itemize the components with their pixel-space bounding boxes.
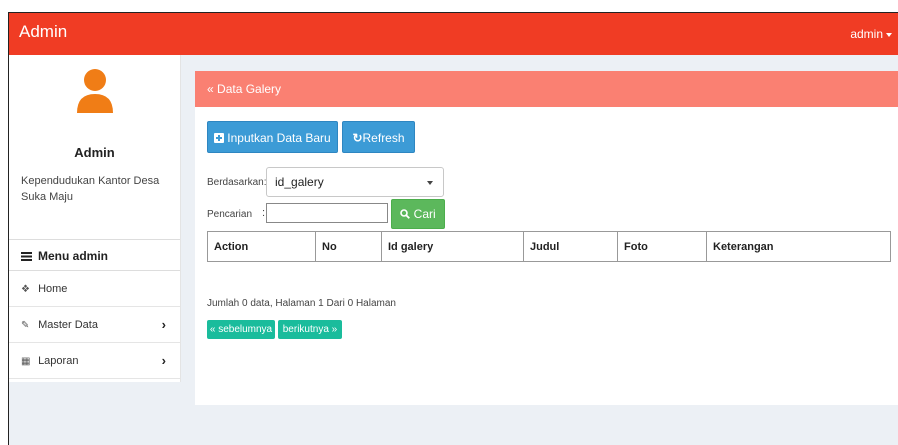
add-data-button-label: Inputkan Data Baru	[227, 131, 331, 145]
sidebar-item-laporan[interactable]: ▦ Laporan ›	[9, 343, 180, 379]
chevron-right-icon: ›	[161, 317, 166, 332]
search-input[interactable]	[266, 203, 388, 223]
data-table: Action No Id galery Judul Foto Keteranga…	[207, 231, 891, 262]
filter-label: Berdasarkan:	[207, 177, 267, 188]
home-icon: ❖	[21, 284, 30, 295]
refresh-icon: ↻	[352, 131, 363, 145]
filter-select-value: id_galery	[275, 175, 324, 189]
app-title[interactable]: Admin	[19, 22, 67, 42]
box-header: « Data Galery	[195, 71, 898, 107]
search-button[interactable]: Cari	[391, 199, 445, 229]
column-header-action: Action	[207, 231, 316, 262]
calendar-icon: ▦	[21, 356, 31, 367]
sidebar-item-master-data[interactable]: ✎ Master Data ›	[9, 307, 180, 343]
column-header-keterangan: Keterangan	[706, 231, 891, 262]
refresh-button[interactable]: ↻Refresh	[342, 121, 415, 153]
search-icon	[400, 209, 411, 219]
edit-icon: ✎	[21, 320, 30, 331]
search-label: Pencarian	[207, 209, 253, 220]
sidebar-item-label: Laporan	[38, 355, 79, 367]
search-button-label: Cari	[413, 207, 436, 221]
filter-select[interactable]: id_galery	[266, 167, 444, 197]
sidebar-menu-header-label: Menu admin	[38, 249, 109, 263]
top-navbar: Admin admin	[9, 13, 898, 55]
user-avatar-icon	[77, 69, 113, 113]
sidebar-user-description: Kependudukan Kantor Desa Suka Maju	[21, 175, 160, 203]
page-title: Data Galery	[217, 82, 282, 96]
chevron-right-icon: ›	[161, 353, 166, 368]
previous-page-button[interactable]: « sebelumnya	[207, 320, 275, 339]
user-menu-label: admin	[850, 27, 883, 41]
column-header-judul: Judul	[523, 231, 618, 262]
pagination-summary: Jumlah 0 data, Halaman 1 Dari 0 Halaman	[207, 298, 396, 309]
caret-down-icon	[427, 181, 433, 185]
sidebar-menu-header: Menu admin	[9, 239, 180, 271]
plus-square-icon	[214, 133, 225, 143]
table-header-row: Action No Id galery Judul Foto Keteranga…	[207, 231, 891, 262]
sidebar-user-name: Admin	[74, 145, 115, 160]
sidebar-item-label: Master Data	[38, 319, 98, 331]
sidebar: Admin Kependudukan Kantor Desa Suka Maju…	[9, 55, 181, 382]
column-header-id-galery: Id galery	[381, 231, 524, 262]
app-frame: Admin admin Admin Kependudukan Kantor De…	[8, 12, 898, 445]
sidebar-item-label: Home	[38, 283, 68, 295]
caret-down-icon	[886, 32, 892, 37]
search-label-colon: :	[262, 207, 266, 219]
next-page-button[interactable]: berikutnya »	[278, 320, 342, 339]
user-menu[interactable]: admin	[850, 27, 892, 41]
main-content-box: « Data Galery Inputkan Data Baru ↻Refres…	[195, 71, 898, 405]
menu-bars-icon	[21, 252, 32, 261]
column-header-no: No	[315, 231, 382, 262]
double-chevron-left-icon: «	[207, 82, 214, 96]
refresh-button-label: Refresh	[362, 131, 405, 145]
column-header-foto: Foto	[617, 231, 707, 262]
add-data-button[interactable]: Inputkan Data Baru	[207, 121, 338, 153]
sidebar-item-home[interactable]: ❖ Home	[9, 271, 180, 307]
